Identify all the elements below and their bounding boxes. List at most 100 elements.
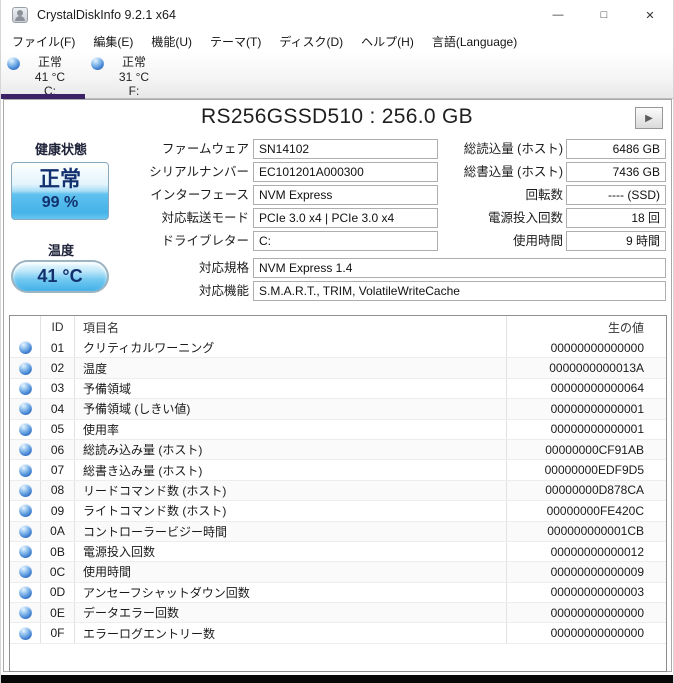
window-bottom-edge [1, 675, 673, 683]
smart-attribute-table: ID 項目名 生の値 01 クリティカルワーニング 00000000000000… [9, 315, 667, 672]
menu-item-theme[interactable]: テーマ(T) [201, 33, 270, 50]
attribute-raw-value: 000000000001CB [506, 521, 666, 541]
menu-item-language[interactable]: 言語(Language) [423, 33, 526, 50]
tab-status: 正常 [121, 55, 146, 69]
header-name: 項目名 [74, 316, 506, 338]
tab-status: 正常 [37, 55, 62, 69]
menu-item-edit[interactable]: 編集(E) [84, 33, 142, 50]
attribute-id: 05 [40, 419, 74, 439]
attribute-id: 0D [40, 582, 74, 603]
attribute-name: データエラー回数 [74, 603, 506, 623]
close-button[interactable]: ✕ [627, 0, 673, 30]
attribute-id: 09 [40, 501, 74, 521]
app-icon [12, 7, 28, 23]
status-orb-icon [18, 545, 32, 559]
field-value-box: 6486 GB [566, 139, 666, 159]
field-label: インターフェース [150, 188, 249, 202]
attribute-id: 03 [40, 378, 74, 399]
table-row[interactable]: 01 クリティカルワーニング 00000000000000 [10, 338, 666, 359]
table-row[interactable]: 06 総読み込み量 (ホスト) 00000000CF91AB [10, 439, 666, 461]
attribute-name: 予備領域 [74, 378, 506, 399]
status-orb-icon [18, 341, 32, 355]
table-row[interactable]: 07 総書き込み量 (ホスト) 00000000EDF9D5 [10, 460, 666, 481]
menu-item-function[interactable]: 機能(U) [142, 33, 201, 50]
attribute-name: 使用時間 [74, 562, 506, 582]
next-disk-button[interactable]: ▶ [635, 107, 663, 129]
status-orb-icon [18, 626, 32, 640]
drive-tab-f[interactable]: 正常 31 °C F: [85, 54, 169, 98]
menu-item-file[interactable]: ファイル(F) [3, 33, 84, 50]
attribute-raw-value: 00000000000000 [506, 603, 666, 623]
field-label: 対応転送モード [161, 211, 249, 225]
field-value-box: NVM Express 1.4 [253, 258, 666, 278]
status-orb-icon [18, 361, 32, 375]
crystaldiskinfo-window: CrystalDiskInfo 9.2.1 x64 — □ ✕ ファイル(F) … [0, 0, 674, 683]
table-row[interactable]: 05 使用率 00000000000001 [10, 419, 666, 440]
field-label: 総書込量 (ホスト) [463, 165, 563, 179]
field-value-box: ---- (SSD) [566, 185, 666, 205]
status-orb-icon [18, 585, 32, 599]
tab-temperature: 31 °C [118, 69, 150, 84]
drive-tabstrip: 正常 41 °C C: 正常 31 °C F: [1, 52, 673, 99]
table-row[interactable]: 09 ライトコマンド数 (ホスト) 00000000FE420C [10, 501, 666, 522]
attribute-id: 08 [40, 480, 74, 501]
status-orb-icon [18, 402, 32, 416]
attribute-raw-value: 00000000000064 [506, 378, 666, 399]
table-row[interactable]: 0A コントローラービジー時間 000000000001CB [10, 521, 666, 542]
attribute-name: 予備領域 (しきい値) [74, 399, 506, 419]
menu-item-disk[interactable]: ディスク(D) [270, 33, 352, 50]
table-row[interactable]: 0F エラーログエントリー数 00000000000000 [10, 623, 666, 644]
table-row[interactable]: 08 リードコマンド数 (ホスト) 00000000D878CA [10, 480, 666, 502]
table-row[interactable]: 03 予備領域 00000000000064 [10, 378, 666, 400]
table-row[interactable]: 0C 使用時間 00000000000009 [10, 562, 666, 583]
tab-drive-letter: F: [128, 84, 140, 98]
field-label: ファームウェア [161, 142, 249, 156]
menu-item-help[interactable]: ヘルプ(H) [352, 33, 423, 50]
field-label: 総読込量 (ホスト) [463, 142, 563, 156]
attribute-name: 電源投入回数 [74, 541, 506, 562]
attribute-raw-value: 00000000000000 [506, 623, 666, 643]
field-value-box: S.M.A.R.T., TRIM, VolatileWriteCache [253, 281, 666, 301]
status-orb-icon [18, 483, 32, 497]
attribute-raw-value: 00000000000009 [506, 562, 666, 582]
maximize-button[interactable]: □ [581, 0, 627, 30]
window-titlebar: CrystalDiskInfo 9.2.1 x64 — □ ✕ [1, 0, 673, 30]
attribute-id: 0B [40, 541, 74, 562]
table-row[interactable]: 0B 電源投入回数 00000000000012 [10, 541, 666, 563]
field-label: 回転数 [525, 188, 563, 202]
attribute-name: アンセーフシャットダウン回数 [74, 582, 506, 603]
attribute-raw-value: 00000000CF91AB [506, 439, 666, 460]
tab-temperature: 41 °C [34, 69, 66, 84]
field-label: ドライブレター [161, 234, 249, 248]
attribute-id: 04 [40, 399, 74, 419]
attribute-raw-value: 00000000D878CA [506, 480, 666, 501]
table-row[interactable]: 0D アンセーフシャットダウン回数 00000000000003 [10, 582, 666, 604]
minimize-button[interactable]: — [535, 0, 581, 30]
attribute-name: 温度 [74, 358, 506, 378]
attribute-raw-value: 00000000000012 [506, 541, 666, 562]
table-row[interactable]: 0E データエラー回数 00000000000000 [10, 603, 666, 624]
window-controls: — □ ✕ [535, 0, 673, 30]
status-orb-icon [18, 422, 32, 436]
window-title: CrystalDiskInfo 9.2.1 x64 [37, 8, 176, 22]
status-orb-icon [18, 504, 32, 518]
attribute-raw-value: 00000000EDF9D5 [506, 460, 666, 480]
field-label: 対応規格 [198, 261, 249, 275]
drive-tab-c[interactable]: 正常 41 °C C: [1, 54, 85, 98]
status-orb-icon [18, 524, 32, 538]
status-orb-icon [18, 606, 32, 620]
header-id: ID [40, 316, 74, 338]
attribute-id: 0F [40, 623, 74, 643]
attribute-name: 総書き込み量 (ホスト) [74, 460, 506, 480]
attribute-name: 使用率 [74, 419, 506, 439]
table-row[interactable]: 04 予備領域 (しきい値) 00000000000001 [10, 399, 666, 420]
attribute-id: 01 [40, 338, 74, 358]
field-value-box: 7436 GB [566, 162, 666, 182]
status-orb-icon [18, 381, 32, 395]
field-value-box: 18 回 [566, 208, 666, 228]
header-raw-value: 生の値 [506, 316, 666, 338]
attribute-name: ライトコマンド数 (ホスト) [74, 501, 506, 521]
attribute-id: 07 [40, 460, 74, 480]
table-row[interactable]: 02 温度 0000000000013A [10, 358, 666, 379]
field-label: 対応機能 [198, 284, 249, 298]
